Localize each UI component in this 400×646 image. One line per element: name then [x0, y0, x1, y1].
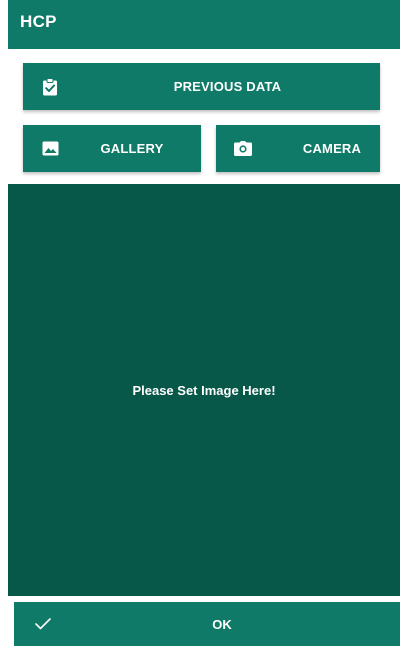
- gallery-button[interactable]: GALLERY: [23, 125, 201, 172]
- image-placeholder-text: Please Set Image Here!: [132, 382, 276, 398]
- app-title: HCP: [20, 12, 57, 31]
- check-icon: [34, 615, 52, 633]
- clipboard-check-icon: [40, 77, 60, 97]
- ok-label: OK: [212, 616, 232, 632]
- previous-data-label: PREVIOUS DATA: [173, 79, 282, 94]
- ok-button[interactable]: OK: [14, 602, 400, 646]
- camera-button[interactable]: CAMERA: [216, 125, 380, 172]
- image-icon: [40, 139, 60, 159]
- app-screen: HCP PREVIOUS DATA GALLERY CAMERA Please …: [0, 0, 400, 646]
- previous-data-button[interactable]: PREVIOUS DATA: [23, 63, 380, 110]
- camera-icon: [233, 139, 253, 159]
- image-preview-area[interactable]: Please Set Image Here!: [8, 184, 400, 596]
- app-bar: HCP: [8, 0, 400, 49]
